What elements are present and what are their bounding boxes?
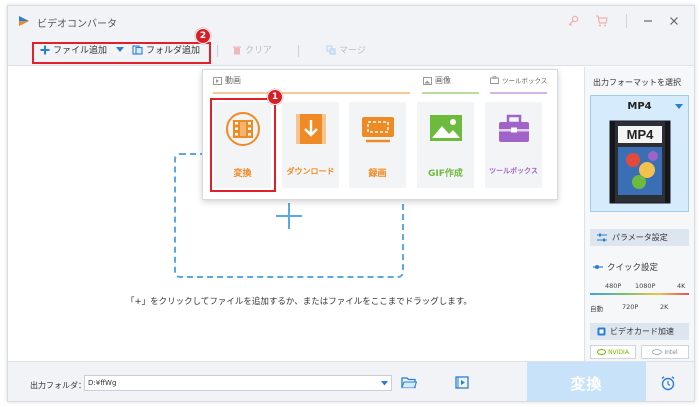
app-logo-icon	[19, 16, 29, 26]
toolbar-divider	[298, 45, 299, 57]
toolbox-category-underline	[490, 92, 547, 94]
nvidia-logo-icon	[597, 349, 607, 355]
close-icon[interactable]	[665, 12, 683, 30]
minimize-icon[interactable]	[639, 12, 657, 30]
tile-gif-label: GIF作成	[428, 169, 463, 179]
trash-icon	[233, 46, 241, 54]
category-toolbox: ツールボックス	[490, 75, 547, 85]
video-folder-icon[interactable]	[455, 376, 469, 389]
image-category-underline	[422, 92, 479, 94]
tile-toolbox-label: ツールボックス	[489, 167, 538, 175]
gpu-chip-icon	[597, 327, 606, 336]
output-format-title: 出力フォーマットを選択	[593, 78, 681, 87]
app-window: ビデオコンバータ ファイル追加 フォルダ追加 クリア マージ 「+」をクリックし…	[7, 5, 695, 402]
alarm-clock-icon[interactable]	[660, 375, 676, 391]
gif-image-icon	[430, 115, 462, 141]
app-title: ビデオコンバータ	[37, 19, 117, 30]
sliders-icon	[597, 233, 607, 242]
format-name: MP4	[627, 101, 652, 112]
svg-text:MP4: MP4	[627, 127, 655, 142]
convert-button[interactable]: 変換	[527, 362, 646, 401]
category-image: 画像	[423, 75, 451, 86]
titlebar-divider	[626, 14, 627, 28]
highlight-convert-tile	[210, 98, 276, 192]
screen-record-icon	[362, 117, 394, 143]
gpu-acceleration-button[interactable]: ビデオカード加速	[590, 323, 689, 340]
tile-download[interactable]: ダウンロード	[282, 102, 339, 188]
res-480p: 480P	[605, 282, 622, 290]
res-auto: 自動	[590, 305, 603, 313]
tile-record-label: 録画	[368, 169, 387, 179]
category-video: 動画	[213, 75, 241, 86]
add-plus-icon[interactable]	[288, 203, 290, 229]
intel-badge: Intel	[641, 345, 689, 359]
res-2k: 2K	[660, 303, 669, 311]
quick-settings: クイック設定	[593, 261, 658, 273]
output-folder-label: 出力フォルダ：	[30, 381, 86, 390]
step-badge-1: 1	[267, 89, 283, 105]
tile-download-label: ダウンロード	[286, 167, 335, 176]
step-badge-2: 2	[195, 28, 211, 44]
video-category-underline	[213, 92, 410, 94]
output-format-panel: 出力フォーマットを選択 MP4 MP4 パラメータ設定 クイック設定 480P …	[584, 67, 694, 361]
drop-hint-text: 「+」をクリックしてファイルを追加するか、またはファイルをここまでドラッグします…	[126, 297, 472, 307]
res-4k: 4K	[677, 282, 686, 290]
highlight-add-buttons	[32, 42, 211, 64]
tile-record[interactable]: 録画	[349, 102, 406, 188]
merge-button[interactable]: マージ	[326, 43, 366, 56]
mp4-thumbnail-icon: MP4	[609, 120, 671, 204]
res-720p: 720P	[622, 303, 639, 311]
output-folder-field[interactable]: D:¥ffWg	[84, 375, 392, 391]
video-category-icon	[213, 76, 222, 85]
output-folder-dropdown-icon[interactable]	[379, 380, 389, 387]
clear-label: クリア	[245, 46, 273, 56]
toolbox-category-icon	[490, 76, 499, 84]
cart-icon[interactable]	[592, 12, 610, 30]
res-1080p: 1080P	[635, 282, 656, 290]
clear-button[interactable]: クリア	[232, 43, 272, 56]
key-icon[interactable]	[564, 12, 582, 30]
nvidia-badge: NVIDIA	[590, 345, 636, 359]
toolbox-icon	[499, 114, 529, 142]
bottom-bar: 出力フォルダ： D:¥ffWg 変換	[8, 361, 694, 401]
title-bar: ビデオコンバータ	[8, 6, 694, 36]
format-dropdown-icon[interactable]	[675, 104, 683, 109]
download-icon	[296, 114, 326, 144]
toolbar-divider	[217, 45, 218, 57]
parameter-settings-button[interactable]: パラメータ設定	[590, 229, 689, 246]
merge-icon	[326, 44, 336, 55]
open-folder-icon[interactable]	[401, 376, 417, 389]
format-selector[interactable]: MP4 MP4	[590, 95, 689, 212]
tile-gif[interactable]: GIF作成	[417, 102, 474, 188]
tile-toolbox[interactable]: ツールボックス	[485, 102, 542, 188]
intel-logo-icon	[652, 349, 663, 355]
quality-slider[interactable]	[590, 293, 689, 295]
image-category-icon	[423, 76, 432, 85]
merge-label: マージ	[339, 46, 366, 56]
speed-icon	[593, 265, 603, 269]
